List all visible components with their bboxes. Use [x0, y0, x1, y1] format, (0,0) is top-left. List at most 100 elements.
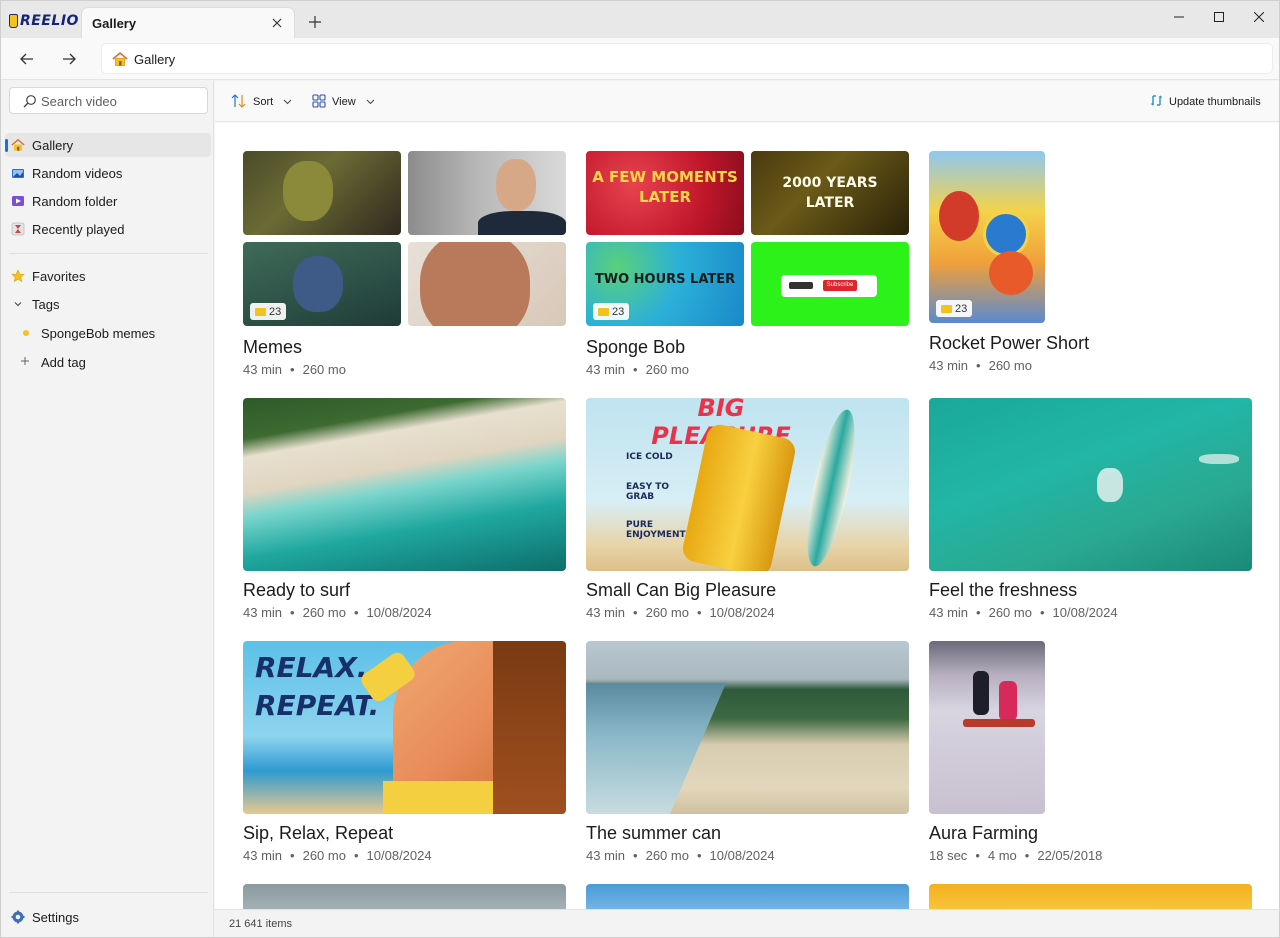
age: 260 mo [302, 848, 346, 863]
card-title: The summer can [586, 823, 722, 843]
folder-icon [255, 307, 266, 316]
sidebar-item-favorites[interactable]: Favorites [5, 264, 211, 288]
sort-label: Sort [253, 96, 274, 108]
gear-icon [11, 910, 25, 924]
video-card-ready-to-surf[interactable]: Ready to surf 43 min • 260 mo • 10/08/2024 [243, 398, 566, 620]
duration: 43 min [586, 362, 626, 377]
thumbnail-image [243, 398, 566, 571]
update-thumbnails-button[interactable]: Update thumbnails [1150, 93, 1261, 111]
sidebar-item-settings[interactable]: Settings [5, 905, 211, 929]
video-card-feel-the-freshness[interactable]: Feel the freshness 43 min • 260 mo • 10/08/2… [929, 398, 1252, 620]
video-card-partial[interactable] [243, 884, 566, 909]
tag-item-spongebob-memes[interactable]: SpongeBob memes [15, 322, 211, 344]
logo-text: REELIO [20, 13, 79, 29]
card-title: Memes [243, 337, 303, 357]
video-stack-icon [11, 166, 25, 180]
video-card-aura-farming[interactable]: Aura Farming 18 sec • 4 mo • 22/05/2018 [929, 641, 1252, 863]
chevron-down-icon [283, 97, 292, 107]
thumbnail-text: EASY TO GRAB [626, 482, 670, 502]
add-tag-button[interactable]: Add tag [15, 351, 211, 373]
tab-label: Gallery [92, 16, 137, 31]
forward-button[interactable] [55, 46, 83, 72]
active-indicator [5, 139, 8, 152]
card-title: Rocket Power Short [929, 333, 1090, 353]
item-count-status: 21 641 items [229, 918, 292, 930]
gallery-grid: 23 Memes 43 min • 260 mo A FEW MOMENTS LAT… [215, 123, 1279, 909]
item-count-badge: 23 [593, 303, 630, 320]
sidebar-item-label: Favorites [32, 269, 86, 284]
sidebar-item-tags[interactable]: Tags [5, 292, 211, 316]
view-button[interactable]: View [312, 93, 375, 111]
card-title: Small Can Big Pleasure [586, 580, 777, 600]
sort-button[interactable]: Sort [231, 93, 292, 111]
card-meta: 43 min • 260 mo [586, 362, 689, 377]
duration: 43 min [929, 358, 969, 373]
close-icon[interactable] [268, 14, 286, 32]
folder-video-icon [11, 194, 25, 208]
search-input[interactable] [41, 92, 201, 110]
chevron-down-icon [366, 97, 375, 107]
folder-card-memes[interactable]: 23 Memes 43 min • 260 mo [243, 151, 566, 377]
card-title: Sip, Relax, Repeat [243, 823, 394, 843]
sidebar-item-label: Gallery [32, 138, 74, 153]
sidebar-item-random-folder[interactable]: Random folder [5, 189, 211, 213]
chevron-down-icon [11, 297, 25, 311]
thumbnail-image [408, 242, 566, 326]
video-card-the-summer-can[interactable]: The summer can 43 min • 260 mo • 10/08/2024 [586, 641, 909, 863]
address-text: Gallery [134, 52, 176, 67]
tab-gallery[interactable]: Gallery [81, 7, 295, 38]
duration: 43 min [929, 605, 969, 620]
age: 4 mo [987, 848, 1017, 863]
app-logo: REELIO [9, 11, 79, 31]
new-tab-button[interactable] [303, 10, 327, 34]
sidebar-item-label: Settings [32, 910, 79, 925]
thumbnail-text: PURE ENJOYMENT [626, 520, 686, 540]
duration: 43 min [243, 605, 283, 620]
search-box[interactable] [9, 87, 208, 114]
add-tag-label: Add tag [41, 355, 86, 370]
video-card-partial[interactable] [586, 884, 909, 909]
thumbnail-text: RELAX. [255, 651, 368, 684]
folder-icon [941, 304, 952, 313]
video-card-partial[interactable] [929, 884, 1252, 909]
sidebar-item-gallery[interactable]: Gallery [5, 133, 211, 157]
sidebar: Gallery Random videos Random folder Rece… [1, 81, 214, 937]
thumbnail-text: TWO HOURS LATER [594, 272, 736, 287]
folder-card-sponge-bob[interactable]: A FEW MOMENTS LATER 2000 YEARS LATER TWO… [586, 151, 909, 377]
sidebar-item-label: Random videos [32, 166, 123, 181]
sidebar-item-recently-played[interactable]: Recently played [5, 217, 211, 241]
card-meta: 43 min • 260 mo • 10/08/2024 [929, 605, 1118, 620]
age: 260 mo [988, 358, 1032, 373]
sidebar-item-label: Tags [32, 297, 60, 312]
thumbnail-image: 2000 YEARS LATER [751, 151, 909, 235]
sidebar-item-label: Random folder [32, 194, 118, 209]
thumbnail-image [243, 151, 401, 235]
date: 10/08/2024 [709, 605, 775, 620]
card-meta: 43 min • 260 mo [929, 358, 1032, 373]
sidebar-divider [9, 253, 208, 254]
card-title: Sponge Bob [586, 337, 686, 357]
toolbar: Sort View Update thumbnails [215, 81, 1279, 122]
cup-icon [9, 14, 18, 28]
main-panel: Sort View Update thumbnails 23 Memes 43 … [215, 81, 1279, 937]
window-close-button[interactable] [1239, 5, 1279, 29]
video-card-small-can-big-pleasure[interactable]: BIG PLEASURE ICE COLD EASY TO GRAB PURE … [586, 398, 909, 620]
video-card-sip-relax-repeat[interactable]: RELAX. REPEAT. Sip, Relax, Repeat 43 min… [243, 641, 566, 863]
back-button[interactable] [13, 46, 41, 72]
maximize-button[interactable] [1199, 5, 1239, 29]
thumbnail-image: TWO HOURS LATER 23 [586, 242, 744, 326]
sidebar-item-random-videos[interactable]: Random videos [5, 161, 211, 185]
update-thumbnails-label: Update thumbnails [1169, 96, 1261, 108]
search-icon [23, 94, 37, 113]
thumbnail-image [586, 641, 909, 814]
age: 260 mo [645, 848, 689, 863]
duration: 18 sec [929, 848, 968, 863]
minimize-button[interactable] [1159, 5, 1199, 29]
title-bar: REELIO Gallery [1, 1, 1279, 38]
hourglass-icon [11, 222, 25, 236]
address-field[interactable]: Gallery [101, 43, 1273, 74]
item-count-badge: 23 [936, 300, 973, 317]
thumbnail-image: RELAX. REPEAT. [243, 641, 566, 814]
tag-color-dot [23, 330, 29, 336]
folder-card-rocket-power[interactable]: 23 Rocket Power Short 43 min • 260 mo [929, 151, 1252, 373]
